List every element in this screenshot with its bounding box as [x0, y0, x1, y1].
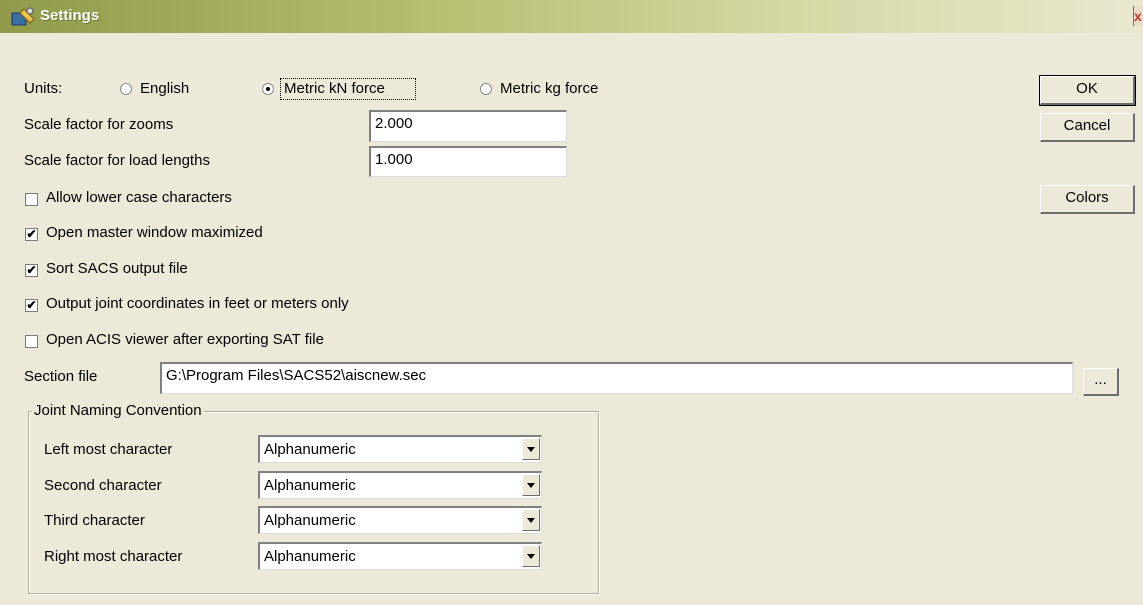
allow-lowercase-checkbox[interactable]: [25, 193, 38, 206]
section-file-label: Section file: [24, 368, 98, 385]
units-label: Units:: [24, 80, 63, 97]
colors-button[interactable]: Colors: [1040, 185, 1135, 214]
left-most-char-label: Left most character: [44, 441, 173, 458]
left-most-char-select[interactable]: Alphanumeric: [258, 435, 542, 463]
ok-button[interactable]: OK: [1039, 75, 1136, 106]
left-most-char-value: Alphanumeric: [264, 441, 356, 458]
units-metric-kg-label: Metric kg force: [500, 80, 599, 97]
open-acis-checkbox[interactable]: [25, 335, 38, 348]
open-maximized-checkbox[interactable]: ✔: [25, 228, 38, 241]
load-scale-input[interactable]: 1.000: [369, 146, 567, 177]
second-char-value: Alphanumeric: [264, 477, 356, 494]
right-most-char-value: Alphanumeric: [264, 548, 356, 565]
joint-naming-title: Joint Naming Convention: [32, 402, 204, 419]
units-metric-kn-label: Metric kN force: [284, 80, 385, 97]
cancel-button[interactable]: Cancel: [1040, 113, 1135, 142]
output-coords-label: Output joint coordinates in feet or mete…: [46, 295, 349, 312]
chevron-down-icon[interactable]: [522, 474, 540, 496]
open-acis-label: Open ACIS viewer after exporting SAT fil…: [46, 331, 324, 348]
output-coords-checkbox[interactable]: ✔: [25, 299, 38, 312]
second-char-select[interactable]: Alphanumeric: [258, 471, 542, 499]
units-metric-kn-radio[interactable]: [262, 83, 274, 95]
title-bar: Settings x: [0, 0, 1143, 33]
third-char-select[interactable]: Alphanumeric: [258, 506, 542, 534]
units-english-label: English: [140, 80, 190, 97]
sort-output-checkbox[interactable]: ✔: [25, 264, 38, 277]
window-title: Settings: [40, 7, 100, 24]
chevron-down-icon[interactable]: [522, 438, 540, 460]
third-char-label: Third character: [44, 512, 145, 529]
allow-lowercase-label: Allow lower case characters: [46, 189, 232, 206]
settings-app-icon: [11, 7, 35, 26]
third-char-value: Alphanumeric: [264, 512, 356, 529]
zoom-scale-input[interactable]: 2.000: [369, 110, 567, 142]
units-metric-kg-radio[interactable]: [480, 83, 492, 95]
close-icon[interactable]: x: [1133, 6, 1143, 26]
load-scale-label: Scale factor for load lengths: [24, 152, 210, 169]
second-char-label: Second character: [44, 477, 162, 494]
right-most-char-select[interactable]: Alphanumeric: [258, 542, 542, 570]
chevron-down-icon[interactable]: [522, 545, 540, 567]
sort-output-label: Sort SACS output file: [46, 260, 188, 277]
section-file-input[interactable]: G:\Program Files\SACS52\aiscnew.sec: [160, 362, 1073, 394]
open-maximized-label: Open master window maximized: [46, 224, 263, 241]
right-most-char-label: Right most character: [44, 548, 183, 565]
zoom-scale-label: Scale factor for zooms: [24, 116, 174, 133]
chevron-down-icon[interactable]: [522, 509, 540, 531]
browse-button[interactable]: ...: [1083, 368, 1119, 396]
units-english-radio[interactable]: [120, 83, 132, 95]
